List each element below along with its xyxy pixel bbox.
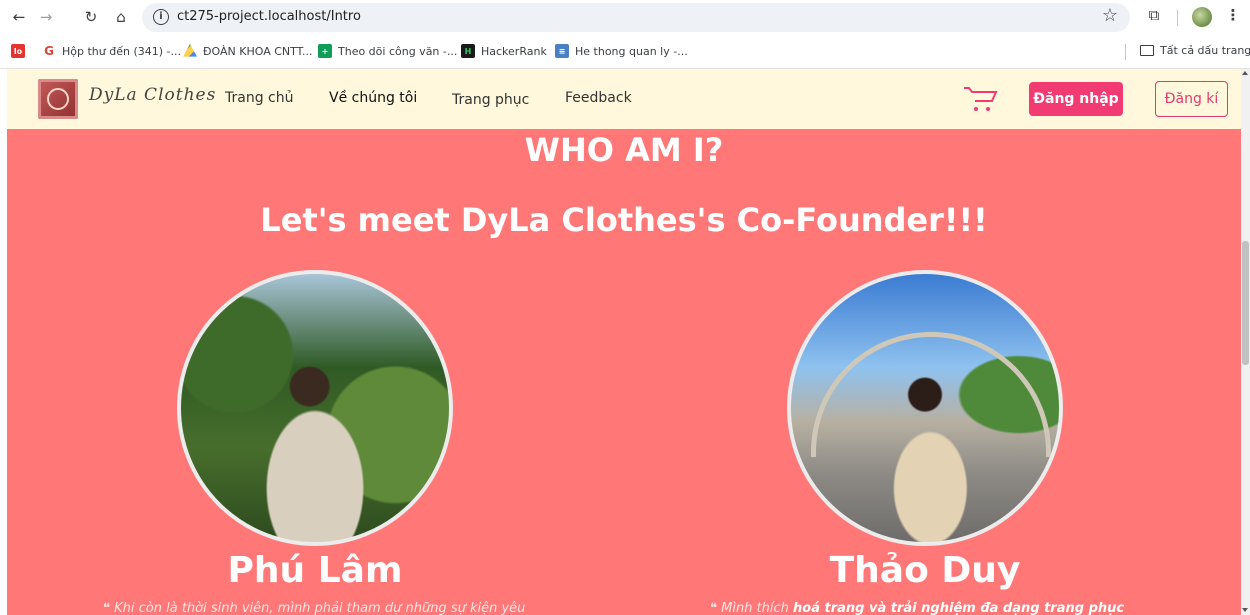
- forward-icon[interactable]: →: [35, 6, 57, 28]
- founder-name: Thảo Duy: [829, 550, 1021, 591]
- bookmark-label: ĐOÀN KHOA CNTT...: [203, 44, 313, 58]
- reload-icon[interactable]: ↻: [80, 6, 102, 28]
- bookmark-label: Theo dõi công văn -...: [338, 44, 458, 58]
- drive-icon: [183, 44, 197, 57]
- all-bookmarks-label: Tất cả dấu trang: [1160, 44, 1250, 57]
- bookmark-label: Hộp thư đến (341) -...: [62, 44, 181, 58]
- hackerrank-icon: H: [461, 44, 475, 58]
- nav-link-costumes[interactable]: Trang phục: [452, 92, 529, 108]
- lo-icon: lo: [11, 44, 25, 58]
- lo-extension-icon[interactable]: lo: [11, 44, 31, 58]
- bookmark-sheets[interactable]: + Theo dõi công văn -...: [318, 44, 457, 58]
- logo-emblem[interactable]: [38, 79, 78, 119]
- bookmarks-bar: lo G Hộp thư đến (341) -... ĐOÀN KHOA CN…: [0, 35, 1250, 69]
- founder-quote: ❝ Khi còn là thời sinh viên, mình phải t…: [103, 601, 525, 615]
- nav-link-feedback[interactable]: Feedback: [565, 90, 632, 106]
- google-icon: G: [44, 44, 54, 58]
- all-bookmarks[interactable]: Tất cả dấu trang: [1140, 44, 1250, 57]
- sheets-icon: +: [318, 44, 332, 58]
- star-icon[interactable]: ☆: [1102, 5, 1118, 26]
- bookmark-hethong[interactable]: ≡ He thong quan ly -...: [555, 44, 688, 58]
- bookmark-hackerrank[interactable]: H HackerRank: [461, 44, 547, 58]
- section-heading: WHO AM I?: [524, 131, 724, 169]
- section-subheading: Let's meet DyLa Clothes's Co-Founder!!!: [260, 201, 988, 239]
- info-icon[interactable]: i: [153, 9, 169, 25]
- address-bar[interactable]: i ct275-project.localhost/Intro ☆: [142, 3, 1130, 32]
- page-scrollbar[interactable]: [1241, 69, 1250, 615]
- cart-icon[interactable]: [962, 84, 998, 114]
- login-button[interactable]: Đăng nhập: [1029, 82, 1123, 116]
- site-navbar: DyLa Clothes Trang chủ Về chúng tôi Tran…: [7, 69, 1241, 129]
- folder-icon: [1140, 45, 1154, 56]
- back-icon[interactable]: ←: [8, 6, 30, 28]
- nav-link-home[interactable]: Trang chủ: [225, 90, 293, 106]
- founder-quote: ❝ Mình thích hoá trang và trải nghiệm đa…: [710, 601, 1124, 615]
- register-button[interactable]: Đăng kí: [1155, 81, 1228, 117]
- quote-text: Khi còn là thời sinh viên, mình phải tha…: [114, 601, 526, 615]
- quote-icon: ❝: [103, 601, 115, 615]
- home-icon[interactable]: ⌂: [110, 6, 132, 28]
- founder-name: Phú Lâm: [227, 550, 403, 591]
- url-text[interactable]: ct275-project.localhost/Intro: [177, 9, 361, 24]
- bookmark-label: He thong quan ly -...: [575, 44, 688, 58]
- profile-avatar[interactable]: [1192, 7, 1212, 27]
- bookmark-drive[interactable]: ĐOÀN KHOA CNTT...: [183, 44, 313, 58]
- nav-link-about[interactable]: Về chúng tôi: [329, 90, 417, 106]
- founder-photo-thao-duy: [787, 270, 1063, 546]
- toolbar-divider: [1177, 10, 1178, 26]
- menu-icon[interactable]: ⋮: [1222, 6, 1244, 28]
- quote-text: Mình thích: [721, 601, 794, 615]
- scroll-up-icon[interactable]: [1242, 71, 1248, 75]
- bookmark-gmail[interactable]: G Hộp thư đến (341) -...: [42, 44, 181, 58]
- quote-icon: ❝: [710, 601, 722, 615]
- site-icon: ≡: [555, 44, 569, 58]
- founder-photo-phu-lam: [177, 270, 453, 546]
- browser-toolbar: ← → ↻ ⌂ i ct275-project.localhost/Intro …: [0, 0, 1250, 35]
- scroll-down-icon[interactable]: [1242, 608, 1248, 612]
- extensions-icon[interactable]: ⧉: [1143, 6, 1165, 28]
- bookmark-label: HackerRank: [481, 44, 547, 58]
- scroll-thumb[interactable]: [1242, 241, 1249, 365]
- quote-highlight: hoá trang và trải nghiệm đa dạng trang p…: [793, 601, 1125, 615]
- bookmarks-divider: [1125, 44, 1126, 60]
- logo-text[interactable]: DyLa Clothes: [89, 85, 216, 105]
- intro-section: WHO AM I? Let's meet DyLa Clothes's Co-F…: [7, 129, 1241, 615]
